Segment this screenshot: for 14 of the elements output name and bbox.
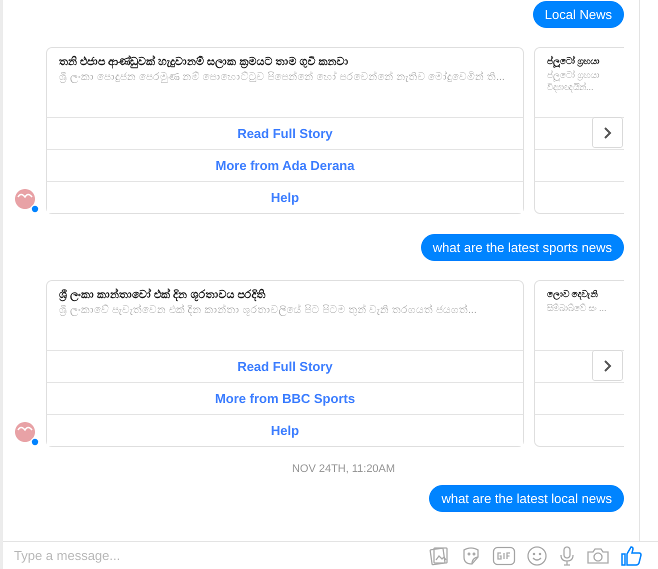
card-subtitle: ශ්‍රී ලංකාවේ පැවැත්වෙන එක් දින කාන්තා ශූරතාවලියේ පිට පිටම තුන් වැනි තරගයත් ජයගත්... [59,303,478,318]
card-button[interactable]: Help [47,414,523,446]
card-subtitle: ශ්‍රී ලංකා පොදුජන පෙරමුණ නම් පොහොට්ටුව පිපෙන්නේ හෝ පරවෙන්නේ නැතිව මෝදුවෙමින් ති... [59,70,506,84]
card-title: තනි එජාප ආණ්ඩුවක් හැදුවානම් සලාක ක්‍රමයට තාම ගුවී කනවා [59,56,350,68]
message-bubble: what are the latest local news [429,485,624,512]
card-subtitle: සිම්බාබ්වේ සං ... [547,302,608,314]
message-bubble: what are the latest sports news [420,234,624,261]
card-title: ප්ලූටෝ ග්‍රහයා [547,56,601,67]
timestamp: NOV 24TH, 11:20AM [290,463,396,475]
card-title: ශ්‍රී ලංකා කාන්තාවෝ එක් දින ශූරතාවය පරදිති [59,289,266,301]
card-title: ලොව දෙවැනි [547,289,599,300]
message-bubble: Local News [532,1,624,28]
card-subtitle: ප්ලූටෝ ග්‍රහයා විද්‍යාඥයින්... [547,69,601,94]
card-button[interactable]: Help [47,181,523,213]
